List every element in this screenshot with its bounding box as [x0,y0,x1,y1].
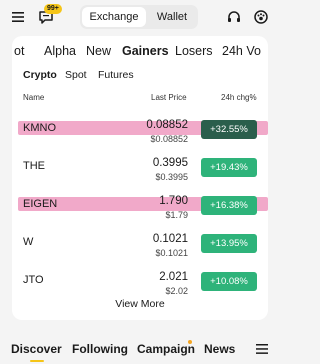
row-symbol: THE [23,160,45,172]
headset-icon[interactable] [226,9,242,25]
tab-partial-left[interactable]: ot [14,44,24,58]
menu-icon[interactable] [10,9,26,25]
list-icon[interactable] [256,344,268,354]
row-change-badge[interactable]: +19.43% [201,158,257,177]
row-symbol: W [23,236,34,248]
tab-gainers[interactable]: Gainers [122,44,169,58]
row-price: 2.021 [159,271,188,283]
row-usd-price: $0.08852 [150,134,188,144]
row-symbol: JTO [23,274,44,286]
row-change-badge[interactable]: +32.55% [201,120,257,139]
new-indicator-dot [188,340,192,344]
row-price: 0.08852 [146,119,188,131]
feed-tab-discover[interactable]: Discover [11,342,62,356]
table-row[interactable]: W 0.1021 $0.1021 +13.95% [12,228,268,266]
view-more-link[interactable]: View More [12,298,268,310]
tab-alpha[interactable]: Alpha [44,44,76,58]
row-price: 0.1021 [152,233,188,245]
notification-badge: 99+ [44,4,62,14]
row-usd-price: $0.3995 [155,172,188,182]
markets-screen: 99+ Exchange Wallet ot Alpha New Gainers… [0,0,280,364]
paw-icon[interactable] [253,9,269,25]
table-row[interactable]: KMNO 0.08852 $0.08852 +32.55% [12,114,268,152]
tab-new[interactable]: New [86,44,111,58]
markets-card: ot Alpha New Gainers Losers 24h Vo Crypt… [12,36,268,320]
top-bar: 99+ Exchange Wallet [0,0,280,36]
column-header-24h-change[interactable]: 24h chg% [221,93,257,102]
subtab-futures[interactable]: Futures [98,69,134,81]
row-price: 0.3995 [152,157,188,169]
column-header-name[interactable]: Name [23,93,44,102]
tab-losers[interactable]: Losers [175,44,213,58]
exchange-tab[interactable]: Exchange [82,7,146,27]
column-header-last-price[interactable]: Last Price [151,93,187,102]
table-row[interactable]: THE 0.3995 $0.3995 +19.43% [12,152,268,190]
row-usd-price: $1.79 [165,210,188,220]
table-row[interactable]: EIGEN 1.790 $1.79 +16.38% [12,190,268,228]
tab-24h-volume[interactable]: 24h Vo [222,44,261,58]
row-price: 1.790 [159,195,188,207]
row-usd-price: $2.02 [165,286,188,296]
subtab-spot[interactable]: Spot [65,69,87,81]
active-tab-indicator [30,360,44,362]
feed-tab-news[interactable]: News [204,342,235,356]
row-usd-price: $0.1021 [155,248,188,258]
bottom-feed-tabs: Discover Following Campaign News [0,340,280,364]
subtab-crypto[interactable]: Crypto [23,69,57,81]
row-symbol: EIGEN [23,198,58,210]
row-change-badge[interactable]: +16.38% [201,196,257,215]
row-symbol: KMNO [23,122,56,134]
feed-tab-campaign[interactable]: Campaign [137,342,195,356]
row-change-badge[interactable]: +10.08% [201,272,257,291]
exchange-wallet-toggle: Exchange Wallet [80,5,198,29]
row-change-badge[interactable]: +13.95% [201,234,257,253]
wallet-tab[interactable]: Wallet [148,7,196,27]
feed-tab-following[interactable]: Following [72,342,128,356]
